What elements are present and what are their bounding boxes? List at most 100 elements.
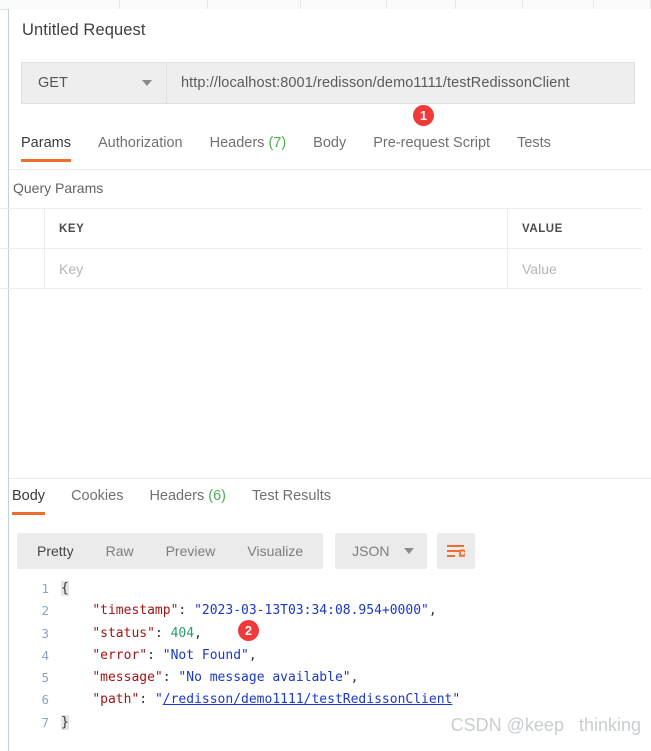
tab-slot[interactable] <box>301 0 387 9</box>
word-wrap-icon <box>446 544 465 559</box>
token-key: "path" <box>92 692 139 707</box>
code-line: 5 "message": "No message available", <box>9 667 651 689</box>
response-section-divider <box>9 478 651 479</box>
tab-label: Params <box>21 135 71 151</box>
token-str: " <box>452 692 460 707</box>
code-text[interactable]: "timestamp": "2023-03-13T03:34:08.954+00… <box>61 600 651 622</box>
token-str: "Not Found" <box>163 648 249 663</box>
token-key: "timestamp" <box>92 603 178 618</box>
select-all-checkbox-cell[interactable] <box>0 209 45 248</box>
request-tab-params[interactable]: Params <box>21 135 71 162</box>
tab-label: Body <box>12 488 45 504</box>
token-punct: : <box>155 626 171 641</box>
token-punct: , <box>194 626 202 641</box>
tab-label: Headers <box>210 135 265 151</box>
tab-label: Body <box>313 135 346 151</box>
token-str: "2023-03-13T03:34:08.954+0000" <box>194 603 429 618</box>
tab-label: Pre-request Script <box>373 135 490 151</box>
tab-slot[interactable] <box>208 0 301 9</box>
code-line: 4 "error": "Not Found", <box>9 645 651 667</box>
response-viewer-toolbar: PrettyRawPreviewVisualize JSON <box>17 533 475 569</box>
response-language-select[interactable]: JSON <box>335 533 426 569</box>
param-value-input[interactable]: Value <box>508 249 642 288</box>
format-button-raw[interactable]: Raw <box>90 543 150 559</box>
token-key: "status" <box>92 626 155 641</box>
column-header-value: VALUE <box>508 209 642 248</box>
line-number: 3 <box>9 623 61 645</box>
response-tab-body[interactable]: Body <box>12 488 45 515</box>
tab-label: Headers <box>149 488 204 504</box>
table-header-row: KEY VALUE <box>0 209 642 249</box>
page-title: Untitled Request <box>22 21 146 40</box>
annotation-badge-2: 2 <box>238 620 259 641</box>
request-tab-headers[interactable]: Headers (7) <box>210 135 287 162</box>
token-punct: : <box>163 670 179 685</box>
code-text[interactable]: "path": "/redisson/demo1111/testRedisson… <box>61 689 651 711</box>
format-button-visualize[interactable]: Visualize <box>231 543 319 559</box>
request-tab-tests[interactable]: Tests <box>517 135 551 162</box>
line-number: 7 <box>9 712 61 734</box>
line-number: 4 <box>9 645 61 667</box>
annotation-badge-1: 1 <box>413 105 434 126</box>
tab-slot[interactable] <box>387 0 456 9</box>
tab-label: Cookies <box>71 488 123 504</box>
tab-slot[interactable] <box>594 0 651 9</box>
word-wrap-button[interactable] <box>437 533 475 569</box>
tab-slot[interactable] <box>0 0 120 9</box>
token-punct: , <box>249 648 257 663</box>
request-tabs: Params Authorization Headers (7) Body Pre-re… <box>21 135 651 169</box>
code-line: 1{ <box>9 578 651 600</box>
response-tab-cookies[interactable]: Cookies <box>71 488 123 515</box>
code-line: 3 "status": 404, <box>9 623 651 645</box>
code-text[interactable]: { <box>61 578 651 600</box>
tab-count: (7) <box>264 135 286 151</box>
format-button-preview[interactable]: Preview <box>150 543 232 559</box>
request-tab-authorization[interactable]: Authorization <box>98 135 183 162</box>
code-text[interactable]: "message": "No message available", <box>61 667 651 689</box>
token-key: "message" <box>92 670 162 685</box>
token-punct: , <box>351 670 359 685</box>
token-punct: : <box>139 692 155 707</box>
row-checkbox-cell[interactable] <box>0 249 45 288</box>
tab-slot[interactable] <box>523 0 594 9</box>
tab-slot[interactable] <box>120 0 208 9</box>
request-tab-body[interactable]: Body <box>313 135 346 162</box>
code-text[interactable]: "error": "Not Found", <box>61 645 651 667</box>
http-method-label: GET <box>38 75 68 91</box>
token-str: "No message available" <box>178 670 350 685</box>
response-format-group: PrettyRawPreviewVisualize <box>17 533 323 569</box>
http-method-select[interactable]: GET <box>22 63 167 103</box>
request-tab-pre-request-script[interactable]: Pre-request Script <box>373 135 490 162</box>
response-tab-headers[interactable]: Headers (6) <box>149 488 226 515</box>
tab-label: Test Results <box>252 488 331 504</box>
tab-label: Tests <box>517 135 551 151</box>
token-str: " <box>155 692 163 707</box>
tab-count: (6) <box>204 488 226 504</box>
request-tabs-underline <box>9 169 651 170</box>
token-punct: : <box>178 603 194 618</box>
param-key-input[interactable]: Key <box>45 249 508 288</box>
token-punct: : <box>147 648 163 663</box>
chevron-down-icon <box>404 548 414 554</box>
query-params-label: Query Params <box>13 180 103 196</box>
chevron-down-icon <box>142 80 152 86</box>
code-line: 2 "timestamp": "2023-03-13T03:34:08.954+… <box>9 600 651 622</box>
watermark: CSDN @keep thinking <box>451 715 641 736</box>
token-key: "error" <box>92 648 147 663</box>
token-num: 404 <box>171 626 194 641</box>
token-link[interactable]: /redisson/demo1111/testRedissonClient <box>163 692 453 707</box>
token-brace: } <box>61 715 69 730</box>
tab-slot[interactable] <box>456 0 523 9</box>
line-number: 6 <box>9 689 61 711</box>
format-button-pretty[interactable]: Pretty <box>21 543 90 559</box>
response-tabs: Body Cookies Headers (6) Test Results <box>12 488 357 515</box>
response-language-label: JSON <box>352 543 389 559</box>
url-bar: GET http://localhost:8001/redisson/demo1… <box>21 62 635 104</box>
url-input[interactable]: http://localhost:8001/redisson/demo1111/… <box>167 63 634 103</box>
response-tab-test-results[interactable]: Test Results <box>252 488 331 515</box>
table-row[interactable]: Key Value <box>0 249 642 289</box>
query-params-table: KEY VALUE Key Value <box>0 208 642 289</box>
code-text[interactable]: "status": 404, <box>61 623 651 645</box>
line-number: 2 <box>9 600 61 622</box>
code-line: 6 "path": "/redisson/demo1111/testRediss… <box>9 689 651 711</box>
